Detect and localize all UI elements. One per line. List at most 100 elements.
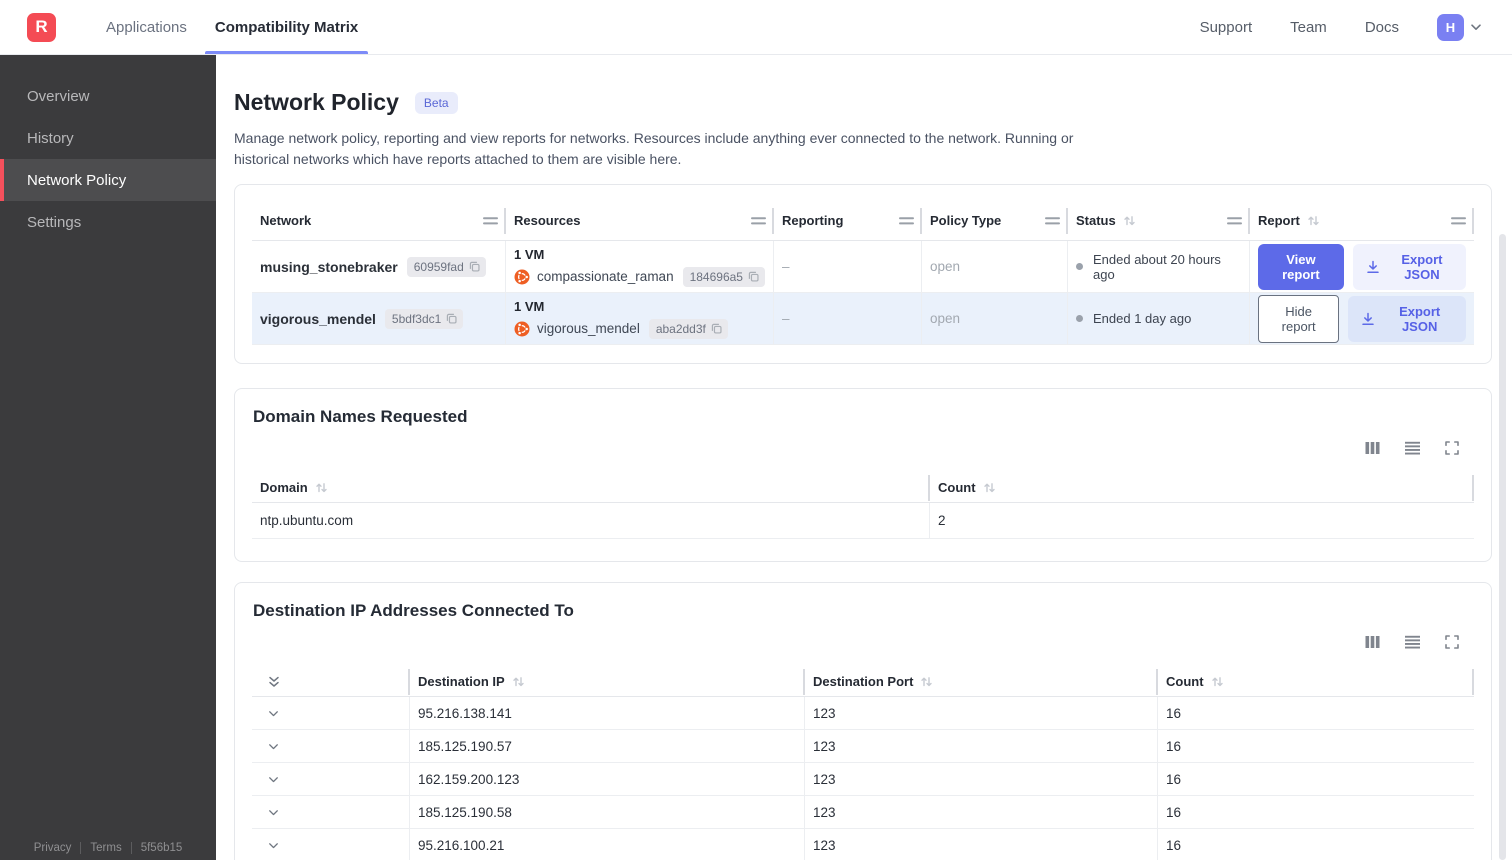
column-menu-icon[interactable] bbox=[751, 216, 766, 226]
chevron-down-icon[interactable] bbox=[266, 838, 281, 853]
count-cell: 2 bbox=[938, 513, 946, 528]
column-label: Status bbox=[1076, 213, 1116, 228]
resource-id: aba2dd3f bbox=[655, 321, 706, 336]
support-link[interactable]: Support bbox=[1200, 19, 1253, 36]
tab-compatibility-matrix[interactable]: Compatibility Matrix bbox=[201, 0, 372, 54]
column-label: Domain bbox=[260, 480, 308, 495]
status-cell: Ended about 20 hours ago bbox=[1068, 241, 1250, 292]
report-cell: Hide report Export JSON bbox=[1250, 293, 1474, 344]
column-header-destination-port[interactable]: Destination Port bbox=[805, 667, 1158, 696]
network-cell: musing_stonebraker 60959fad bbox=[252, 241, 506, 292]
avatar[interactable]: H bbox=[1437, 13, 1464, 41]
column-label: Destination IP bbox=[418, 674, 505, 689]
ubuntu-icon bbox=[514, 321, 530, 337]
team-link[interactable]: Team bbox=[1290, 19, 1327, 36]
tab-applications[interactable]: Applications bbox=[92, 0, 201, 54]
export-json-button[interactable]: Export JSON bbox=[1348, 295, 1466, 342]
rows-icon[interactable] bbox=[1404, 634, 1421, 650]
expand-all-header bbox=[252, 667, 410, 696]
expand-all-icon[interactable] bbox=[266, 674, 282, 690]
column-menu-icon[interactable] bbox=[1451, 216, 1466, 226]
column-header-resources: Resources bbox=[506, 201, 774, 240]
column-menu-icon[interactable] bbox=[1227, 216, 1242, 226]
resources-summary: 1 VM bbox=[514, 246, 545, 262]
table-row: 95.216.138.141 123 16 bbox=[252, 697, 1474, 730]
sort-icon[interactable] bbox=[315, 481, 328, 494]
status-cell: Ended 1 day ago bbox=[1068, 293, 1250, 344]
build-version: 5f56b15 bbox=[140, 842, 183, 854]
status-dot-icon bbox=[1076, 263, 1083, 270]
download-icon bbox=[1360, 311, 1376, 327]
copy-icon[interactable] bbox=[747, 270, 760, 283]
policy-type-cell: open bbox=[922, 293, 1068, 344]
sidebar-item-history[interactable]: History bbox=[0, 117, 216, 159]
column-label: Resources bbox=[514, 213, 581, 228]
top-navbar: R Applications Compatibility Matrix Supp… bbox=[0, 0, 1512, 55]
export-json-button[interactable]: Export JSON bbox=[1352, 243, 1466, 290]
copy-icon[interactable] bbox=[468, 260, 481, 273]
status-text: Ended 1 day ago bbox=[1093, 311, 1192, 326]
network-cell: vigorous_mendel 5bdf3dc1 bbox=[252, 293, 506, 344]
table-row: 185.125.190.57 123 16 bbox=[252, 730, 1474, 763]
columns-icon[interactable] bbox=[1364, 634, 1381, 650]
download-icon bbox=[1365, 259, 1381, 275]
sort-icon[interactable] bbox=[1123, 214, 1136, 227]
fullscreen-icon[interactable] bbox=[1444, 634, 1460, 650]
column-header-destination-ip[interactable]: Destination IP bbox=[410, 667, 805, 696]
column-label: Report bbox=[1258, 213, 1300, 228]
column-header-domain[interactable]: Domain bbox=[252, 473, 930, 502]
network-id-badge: 60959fad bbox=[406, 256, 486, 277]
column-header-count[interactable]: Count bbox=[1158, 667, 1474, 696]
column-label: Network bbox=[260, 213, 312, 228]
sort-icon[interactable] bbox=[1307, 214, 1320, 227]
sidebar-item-settings[interactable]: Settings bbox=[0, 201, 216, 243]
user-menu[interactable]: H bbox=[1437, 13, 1484, 41]
sidebar-footer: Privacy Terms 5f56b15 bbox=[0, 842, 216, 854]
resources-summary: 1 VM bbox=[514, 298, 545, 314]
column-header-count[interactable]: Count bbox=[930, 473, 1474, 502]
destination-ip-cell: 185.125.190.58 bbox=[410, 796, 805, 828]
column-menu-icon[interactable] bbox=[899, 216, 914, 226]
expander-cell bbox=[252, 796, 410, 828]
docs-link[interactable]: Docs bbox=[1365, 19, 1399, 36]
count-cell: 16 bbox=[1166, 771, 1182, 787]
columns-icon[interactable] bbox=[1364, 440, 1381, 456]
column-menu-icon[interactable] bbox=[1045, 216, 1060, 226]
domain-names-card: Domain Names Requested Domain Count ntp.… bbox=[234, 388, 1492, 562]
table-row: 162.159.200.123 123 16 bbox=[252, 763, 1474, 796]
card-title: Domain Names Requested bbox=[253, 407, 468, 426]
column-header-report[interactable]: Report bbox=[1250, 201, 1474, 240]
copy-icon[interactable] bbox=[710, 322, 723, 335]
chevron-down-icon[interactable] bbox=[266, 772, 281, 787]
resources-cell: 1 VM bbox=[506, 293, 774, 344]
hide-report-button[interactable]: Hide report bbox=[1258, 294, 1340, 343]
sort-icon[interactable] bbox=[983, 481, 996, 494]
sidebar-item-overview[interactable]: Overview bbox=[0, 75, 216, 117]
status-dot-icon bbox=[1076, 315, 1083, 322]
app-logo[interactable]: R bbox=[27, 12, 56, 42]
column-header-status[interactable]: Status bbox=[1068, 201, 1250, 240]
destination-port-cell: 123 bbox=[805, 829, 1158, 860]
domains-table-header: Domain Count bbox=[252, 473, 1474, 503]
column-header-policy-type: Policy Type bbox=[922, 201, 1068, 240]
ubuntu-icon bbox=[514, 269, 530, 285]
sort-icon[interactable] bbox=[920, 675, 933, 688]
chevron-down-icon[interactable] bbox=[266, 739, 281, 754]
fullscreen-icon[interactable] bbox=[1444, 440, 1460, 456]
terms-link[interactable]: Terms bbox=[90, 842, 121, 854]
chevron-down-icon[interactable] bbox=[266, 706, 281, 721]
destination-ip-cell: 162.159.200.123 bbox=[410, 763, 805, 795]
report-cell: View report Export JSON bbox=[1250, 241, 1474, 292]
page-scrollbar[interactable] bbox=[1499, 234, 1506, 860]
sort-icon[interactable] bbox=[1211, 675, 1224, 688]
view-report-button[interactable]: View report bbox=[1258, 243, 1344, 290]
column-menu-icon[interactable] bbox=[483, 216, 498, 226]
rows-icon[interactable] bbox=[1404, 440, 1421, 456]
privacy-link[interactable]: Privacy bbox=[34, 842, 72, 854]
sort-icon[interactable] bbox=[512, 675, 525, 688]
copy-icon[interactable] bbox=[445, 312, 458, 325]
chevron-down-icon[interactable] bbox=[266, 805, 281, 820]
status-text: Ended about 20 hours ago bbox=[1093, 251, 1221, 282]
export-json-label: Export JSON bbox=[1399, 303, 1441, 334]
sidebar-item-network-policy[interactable]: Network Policy bbox=[0, 159, 216, 201]
